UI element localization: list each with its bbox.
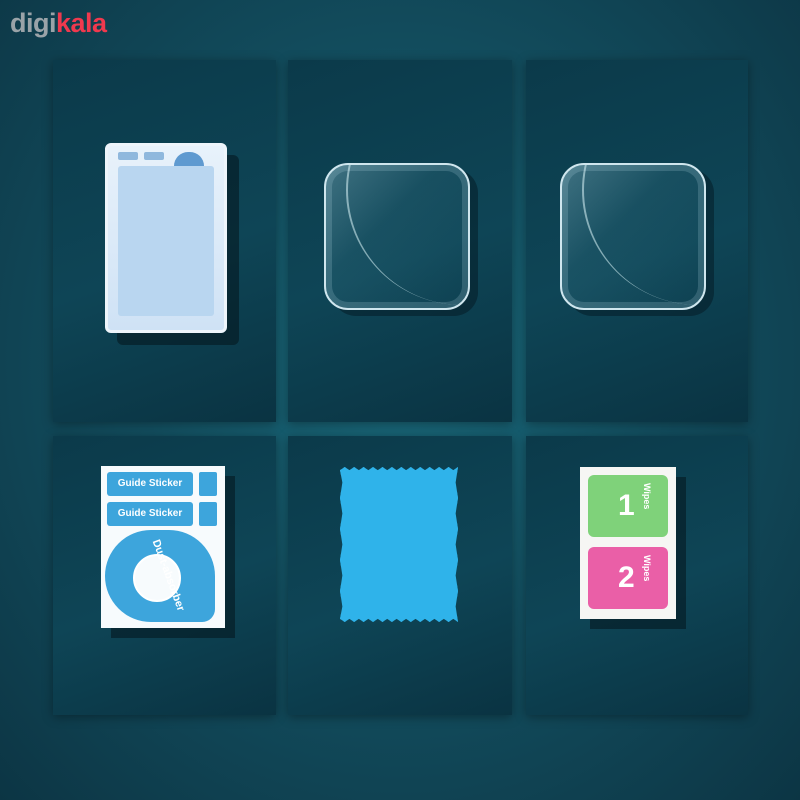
wipe-1-number: 1 xyxy=(618,489,635,522)
digikala-logo[interactable]: digikala xyxy=(10,10,107,37)
panel-screen-protector-1 xyxy=(288,60,512,422)
logo-part-2: kala xyxy=(56,8,107,38)
microfiber-cloth-image xyxy=(340,467,458,622)
panel-screen-protector-2 xyxy=(526,60,748,422)
logo-part-1: digi xyxy=(10,8,57,38)
panel-guide-sticker-sheet: Guide Sticker Guide Sticker Dust-absorbe… xyxy=(53,436,276,715)
wipe-2-number: 2 xyxy=(618,561,635,594)
storage-box-image xyxy=(105,143,227,333)
wipe-1-label: Wipes xyxy=(642,483,652,510)
guide-sticker-1: Guide Sticker xyxy=(107,472,193,496)
dust-absorber: Dust-absorber xyxy=(105,530,215,622)
panel-cleaning-wipes: 1 Wipes 2 Wipes xyxy=(526,436,748,715)
screen-protector-image xyxy=(324,163,470,310)
guide-sticker-tab xyxy=(199,502,217,526)
panel-microfiber-cloth xyxy=(288,436,512,715)
box-dome xyxy=(174,152,204,166)
wipe-2: 2 Wipes xyxy=(588,547,668,609)
wipe-2-label: Wipes xyxy=(642,555,652,582)
cleaning-wipes-image: 1 Wipes 2 Wipes xyxy=(580,467,676,619)
box-tab xyxy=(118,152,138,160)
panel-storage-box xyxy=(53,60,276,422)
guide-sticker-sheet-image: Guide Sticker Guide Sticker Dust-absorbe… xyxy=(101,466,225,628)
wipe-1: 1 Wipes xyxy=(588,475,668,537)
box-contents xyxy=(118,166,214,316)
guide-sticker-tab xyxy=(199,472,217,496)
screen-protector-image xyxy=(560,163,706,310)
box-tab xyxy=(144,152,164,160)
guide-sticker-2: Guide Sticker xyxy=(107,502,193,526)
